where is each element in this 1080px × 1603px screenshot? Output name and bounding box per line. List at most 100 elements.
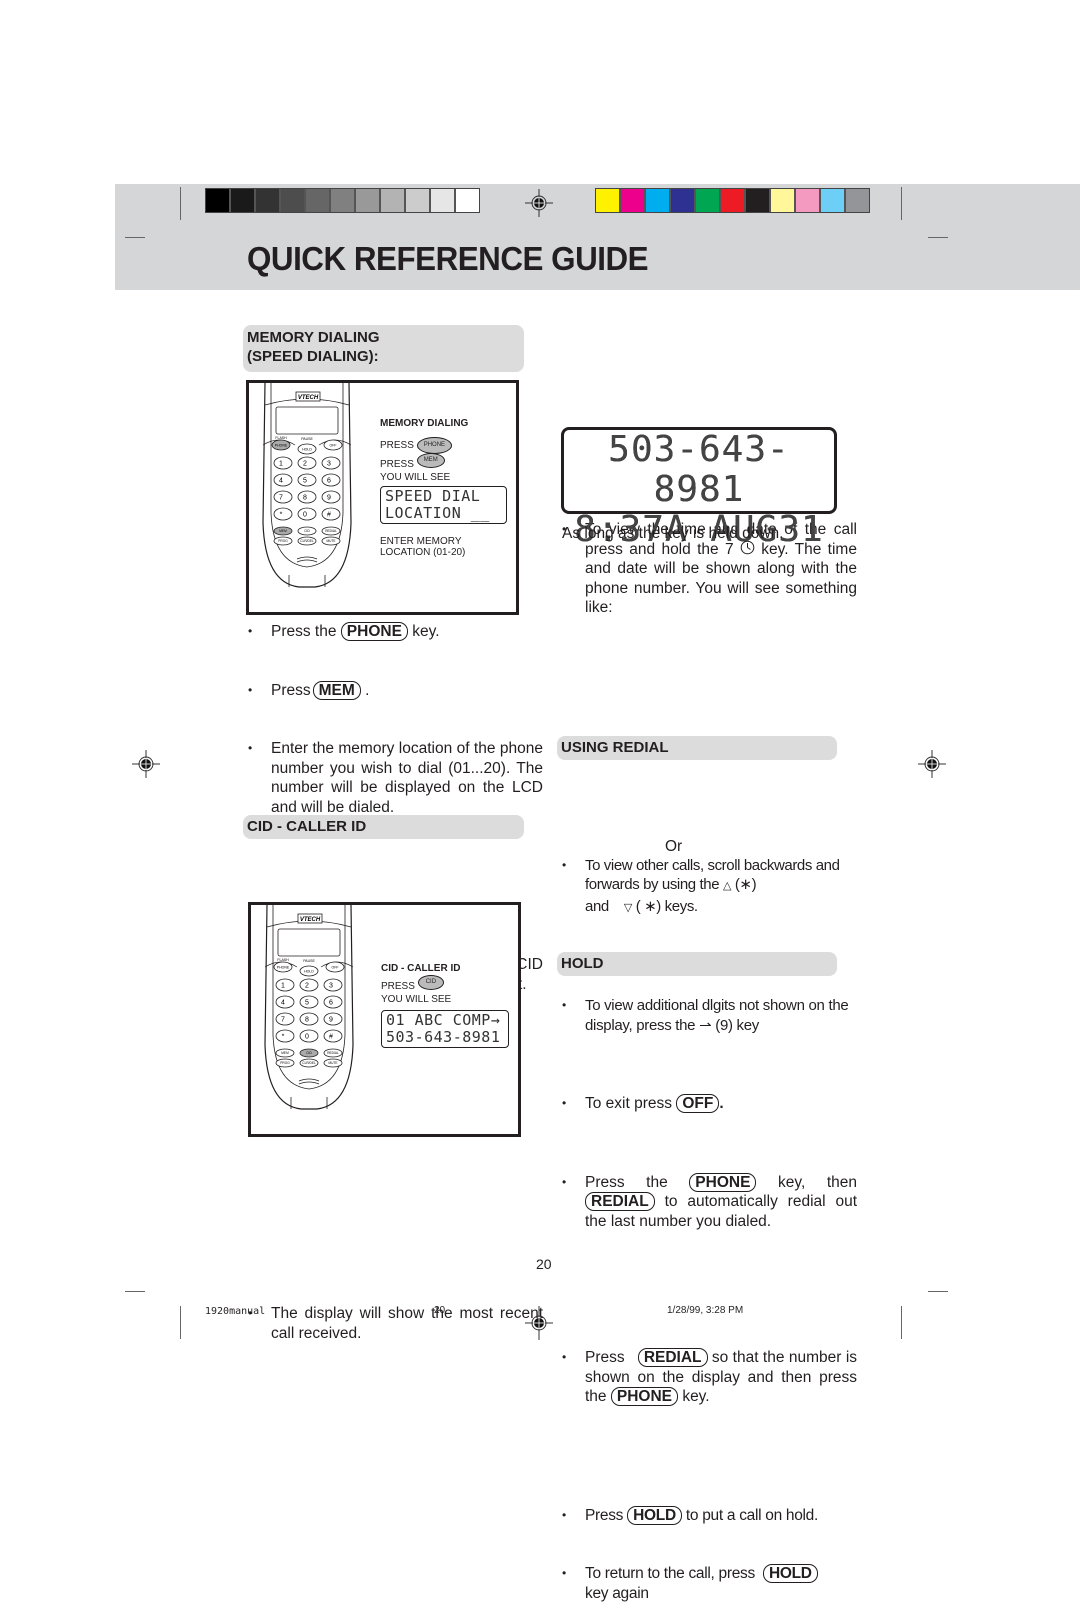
- key-label: 8: [305, 1017, 309, 1024]
- step-exit: To exit press OFF.: [562, 1094, 857, 1114]
- redial-step-2: Press REDIAL so that the number is shown…: [562, 1348, 857, 1407]
- handset-screen: [277, 928, 341, 957]
- step-text: Press the: [271, 623, 337, 640]
- handset-key: [275, 978, 295, 992]
- key-label: HOLD: [302, 447, 312, 451]
- key-label: 6: [329, 1000, 333, 1007]
- step-text: Press: [585, 1349, 625, 1366]
- handset-key: [275, 1029, 295, 1043]
- step-text: and: [585, 897, 609, 915]
- step-text: To return to the call, press: [585, 1565, 755, 1582]
- handset-key: [297, 456, 317, 470]
- redial-step-1: Press the PHONE key, then REDIAL to auto…: [562, 1172, 857, 1232]
- phone-key-label: PHONE: [610, 1387, 678, 1406]
- handset-key: [299, 1029, 319, 1043]
- press-mem-instruction: PRESS MEM YOU WILL SEE: [380, 453, 451, 483]
- key-label: MUTE: [328, 1061, 337, 1065]
- redial-key-label: REDIAL: [637, 1348, 708, 1367]
- color-swatch: [796, 189, 819, 212]
- caller-id-figure: VTECH FLASH PAUSE PHONE HOLD OFF 1 2 3 4 5 6 7 8 9 * 0 # M…: [248, 902, 521, 1137]
- key-label: 3: [327, 461, 331, 468]
- key-label: 5: [305, 1000, 309, 1007]
- section-heading-memory-dialing: MEMORY DIALING (SPEED DIALING):: [243, 325, 524, 372]
- color-swatch: [281, 189, 304, 212]
- color-swatch: [621, 189, 644, 212]
- lcd-display-example: 503-643-8981 8:37A AUG31: [561, 427, 837, 550]
- brand-logo-text: VTECH: [298, 395, 319, 401]
- handset-key: [297, 473, 317, 487]
- key-label: MUTE: [326, 539, 335, 543]
- or-separator: Or: [665, 838, 683, 855]
- step-text: The display will show the most recent ca…: [271, 1305, 543, 1342]
- key-label: CID: [304, 529, 310, 533]
- color-swatch: [596, 189, 619, 212]
- step-text: To view other calls, scroll backwards an…: [585, 856, 840, 894]
- handset-key: [275, 1012, 295, 1026]
- handset-key: [321, 507, 341, 521]
- key-label: PHONE: [277, 965, 290, 969]
- key-label: 6: [327, 478, 331, 485]
- handset-key: [323, 1029, 343, 1043]
- crop-mark: [901, 1306, 902, 1339]
- step-text: key.: [682, 1388, 710, 1405]
- handset-key: [273, 507, 293, 521]
- phone-key-label: PHONE: [340, 622, 408, 641]
- heading-line: MEMORY DIALING: [247, 329, 380, 346]
- color-swatch: [306, 189, 329, 212]
- key-label: 0: [303, 512, 307, 519]
- memory-dialing-figure: VTECH FLASH PAUSE PHONE HOLD OFF 1 2 3 4 5 6 7 8 9 * 0 # M…: [246, 380, 519, 615]
- step-text: Press: [271, 681, 311, 699]
- handset-key: [323, 978, 343, 992]
- handset-key: [321, 473, 341, 487]
- key-label: CLR/DEL: [302, 1061, 316, 1065]
- step-text: To exit press: [585, 1095, 673, 1112]
- key-label: OFF: [332, 965, 339, 969]
- key-label: PROG: [280, 1061, 290, 1065]
- process-color-bar: [595, 188, 870, 213]
- key-label: 8: [303, 495, 307, 502]
- color-swatch: [431, 189, 454, 212]
- slug-page: 20: [434, 1305, 446, 1316]
- key-label: FLASH: [277, 958, 289, 962]
- key-label: 2: [303, 461, 307, 468]
- key-label: 0: [305, 1034, 309, 1041]
- color-swatch: [721, 189, 744, 212]
- color-swatch: [356, 189, 379, 212]
- figure-label: MEMORY DIALING: [380, 418, 469, 429]
- down-arrow-icon: ▽: [623, 901, 632, 914]
- hold-step-2: To return to the call, press HOLD key ag…: [562, 1564, 860, 1603]
- handset-key: [273, 473, 293, 487]
- lcd-preview: SPEED DIAL LOCATION __: [380, 486, 507, 524]
- color-swatch: [771, 189, 794, 212]
- step-text: Enter the memory location of the phone n…: [271, 740, 543, 816]
- crop-mark: [928, 1291, 948, 1292]
- slug-filename: 1920manual: [205, 1306, 266, 1317]
- press-label: PRESS: [380, 459, 414, 471]
- press-cid-instruction: PRESS CID YOU WILL SEE: [381, 975, 451, 1005]
- key-label: 3: [329, 983, 333, 990]
- figure-label: CID - CALLER ID: [381, 963, 461, 974]
- key-label: PROG: [278, 539, 288, 543]
- enter-memory-note: ENTER MEMORY LOCATION (01-20): [380, 536, 465, 558]
- step-text: (9) key: [715, 1016, 759, 1034]
- key-label: 2: [305, 983, 309, 990]
- crop-mark: [180, 1306, 181, 1339]
- press-label: PRESS: [380, 440, 414, 452]
- handset-illustration: VTECH FLASH PAUSE PHONE HOLD OFF 1 2 3 4 5 6 7 8 9 * 0 # M…: [259, 383, 355, 589]
- cid-after-note: The display will show the most recent ca…: [248, 1304, 543, 1343]
- registration-mark-icon: [525, 189, 553, 217]
- key-label: 1: [281, 983, 285, 990]
- crop-mark: [901, 187, 902, 220]
- step-text: key, then: [777, 1173, 857, 1191]
- held-note: As long as the key is held down.: [562, 525, 784, 542]
- cid-key-icon: CID: [417, 975, 445, 990]
- hold-key-label: HOLD: [627, 1505, 682, 1525]
- registration-mark-icon: [132, 750, 160, 778]
- handset-key: [273, 490, 293, 504]
- key-label: CLR/DEL: [300, 539, 314, 543]
- key-label: 1: [279, 461, 283, 468]
- handset-key: [299, 995, 319, 1009]
- you-will-see-label: YOU WILL SEE: [380, 472, 451, 483]
- color-swatch: [381, 189, 404, 212]
- off-key-label: OFF: [676, 1094, 720, 1113]
